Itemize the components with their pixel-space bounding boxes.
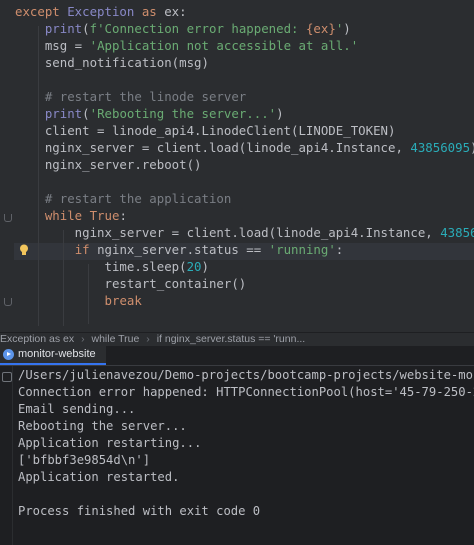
code-line: except Exception as ex:	[15, 3, 187, 20]
code-token: send_notification(msg)	[15, 55, 209, 70]
code-line: print('Rebooting the server...')	[15, 105, 284, 122]
code-token: )	[343, 21, 351, 36]
code-token: if	[74, 242, 90, 257]
code-token: )	[201, 259, 209, 274]
breadcrumb-item[interactable]: if nginx_server.status == 'runn...	[157, 333, 306, 345]
code-token: print	[44, 106, 83, 121]
console-toolstrip	[0, 366, 13, 545]
code-line: break	[15, 292, 142, 309]
code-token: nginx_server.reboot()	[15, 157, 202, 172]
breadcrumb-item[interactable]: while True	[91, 333, 139, 345]
breadcrumb: Exception as ex › while True › if nginx_…	[0, 332, 474, 346]
code-token: ex:	[164, 4, 187, 19]
code-token: nginx_server.status ==	[89, 242, 269, 257]
code-line: time.sleep(20)	[15, 258, 209, 275]
run-tab-label: monitor-website	[18, 348, 96, 360]
code-token: f'Connection error happened:	[89, 21, 306, 36]
code-token: msg =	[15, 38, 90, 53]
code-line: print(f'Connection error happened: {ex}'…	[15, 20, 351, 37]
code-line: nginx_server.reboot()	[15, 156, 202, 173]
code-token: 20	[186, 259, 202, 274]
code-token: nginx_server = client.load(linode_api4.I…	[15, 225, 441, 240]
console-line: Email sending...	[18, 402, 136, 416]
breadcrumb-separator-icon: ›	[146, 333, 150, 345]
code-token: :	[119, 208, 127, 223]
console-line: ['bfbbf3e9854d\n']	[18, 453, 151, 467]
fold-marker-icon[interactable]	[4, 298, 12, 306]
code-token: Exception	[67, 4, 135, 19]
code-token: while True	[44, 208, 120, 223]
code-line: # restart the linode server	[15, 88, 246, 105]
rerun-icon[interactable]	[2, 372, 12, 382]
code-token: except	[15, 4, 68, 19]
console-line: Connection error happened: HTTPConnectio…	[18, 385, 474, 399]
code-token: (	[82, 21, 90, 36]
console-line: Rebooting the server...	[18, 419, 187, 433]
run-tab[interactable]: monitor-website	[0, 346, 106, 365]
breadcrumb-separator-icon: ›	[81, 333, 85, 345]
code-token: 43856095	[440, 225, 474, 240]
console-line: Application restarted.	[18, 470, 180, 484]
code-line: restart_container()	[15, 275, 247, 292]
code-token: (	[82, 106, 90, 121]
code-token: {ex}	[305, 21, 336, 36]
code-line: # restart the application	[15, 190, 232, 207]
console-line: Process finished with exit code 0	[18, 504, 261, 518]
breadcrumb-item[interactable]: Exception as ex	[0, 333, 74, 345]
code-token: )	[470, 140, 474, 155]
code-line: send_notification(msg)	[15, 54, 209, 71]
code-line: nginx_server = client.load(linode_api4.I…	[15, 139, 474, 156]
code-token: 43856095	[410, 140, 471, 155]
run-console[interactable]: /Users/julienavezou/Demo-projects/bootca…	[0, 366, 474, 545]
code-token: break	[104, 293, 142, 308]
code-token: 'Application not accessible at all.'	[89, 38, 359, 53]
code-token: # restart the application	[15, 191, 232, 206]
code-token: nginx_server = client.load(linode_api4.I…	[15, 140, 411, 155]
fold-marker-icon[interactable]	[4, 214, 12, 222]
console-line: Application restarting...	[18, 436, 202, 450]
code-token: time.sleep(	[15, 259, 187, 274]
code-token: 'running'	[268, 242, 336, 257]
code-token: print	[44, 21, 83, 36]
code-token: as	[134, 4, 165, 19]
code-line: client = linode_api4.LinodeClient(LINODE…	[15, 122, 396, 139]
code-line: if nginx_server.status == 'running':	[15, 241, 344, 258]
code-token: 'Rebooting the server...'	[89, 106, 277, 121]
run-config-icon	[3, 349, 14, 360]
code-token: restart_container()	[15, 276, 247, 291]
code-editor[interactable]: except Exception as ex: print(f'Connecti…	[0, 0, 474, 332]
editor-gutter	[0, 0, 14, 332]
code-line: msg = 'Application not accessible at all…	[15, 37, 358, 54]
code-token: )	[276, 106, 284, 121]
code-line: while True:	[15, 207, 127, 224]
code-token: # restart the linode server	[15, 89, 247, 104]
code-line: nginx_server = client.load(linode_api4.I…	[15, 224, 474, 241]
run-toolbar: monitor-website	[0, 346, 474, 366]
console-line: /Users/julienavezou/Demo-projects/bootca…	[18, 368, 474, 382]
code-token: :	[335, 242, 344, 257]
code-token: client = linode_api4.LinodeClient(LINODE…	[15, 123, 396, 138]
